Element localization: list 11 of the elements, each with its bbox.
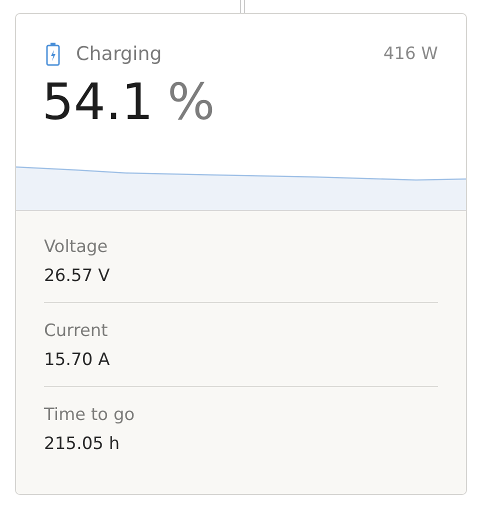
- metric-value: 15.70 A: [44, 349, 111, 372]
- state-of-charge: 54.1: [42, 73, 154, 131]
- percent-unit: %: [167, 73, 215, 131]
- metric-value: 26.57 V: [44, 265, 111, 288]
- battery-power: 416 W: [383, 44, 438, 64]
- battery-state: Charging: [76, 43, 163, 65]
- metric-value: 215.05 h: [44, 433, 121, 456]
- metric-label: Current: [44, 320, 109, 343]
- battery-charging-icon: [46, 42, 60, 66]
- metric-label: Voltage: [44, 236, 109, 259]
- metric-label: Time to go: [44, 404, 136, 427]
